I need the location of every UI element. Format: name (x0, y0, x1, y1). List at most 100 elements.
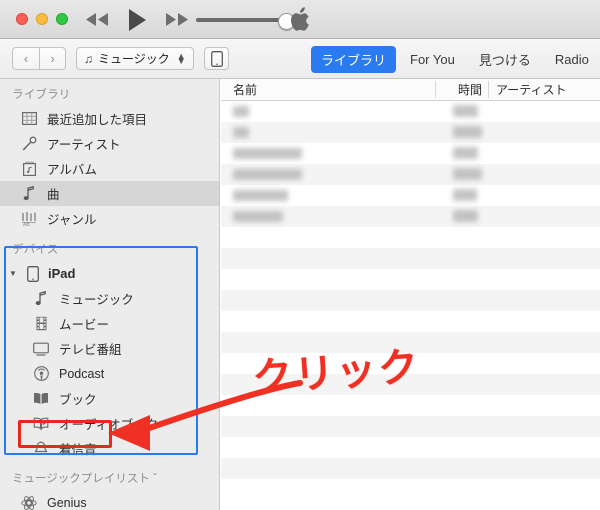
table-row[interactable] (221, 311, 600, 332)
table-row[interactable] (221, 290, 600, 311)
table-row[interactable] (221, 122, 600, 143)
sidebar-section-devices: デバイス (12, 244, 59, 256)
tab-browse[interactable]: 見つける (469, 46, 541, 73)
table-row[interactable] (221, 164, 600, 185)
song-list-pane: 名前 時間 アーティスト (221, 79, 600, 510)
redacted-name (233, 148, 302, 159)
sidebar-item-songs[interactable]: 曲 (0, 181, 219, 206)
title-bar (0, 0, 600, 39)
apple-logo (0, 5, 600, 33)
sidebar-item-ipad[interactable]: ▼ iPad (0, 261, 219, 286)
table-row[interactable] (221, 185, 600, 206)
redacted-time (453, 126, 482, 138)
grid-icon (20, 110, 38, 128)
table-row[interactable] (221, 479, 600, 500)
forward-button[interactable]: › (39, 47, 66, 70)
source-popup-button[interactable]: ♫ ミュージック ▲ ▼ (76, 47, 194, 70)
sidebar-item-genius[interactable]: Genius (0, 490, 219, 510)
sidebar: ライブラリ 最近追加した項目 アーティスト アルバム 曲 AB ジャンル デバイ… (0, 79, 220, 510)
album-icon (20, 160, 38, 178)
toolbar: ‹ › ♫ ミュージック ▲ ▼ ライブラリ For You 見つける Radio (0, 39, 600, 79)
genius-icon (20, 494, 38, 510)
table-row[interactable] (221, 206, 600, 227)
sidebar-item-artists[interactable]: アーティスト (0, 131, 219, 156)
genre-icon: AB (20, 210, 38, 228)
redacted-time (453, 168, 482, 180)
device-button[interactable] (204, 47, 229, 70)
tab-radio[interactable]: Radio (545, 48, 599, 71)
sidebar-item-device-tvshows[interactable]: テレビ番組 (0, 336, 219, 361)
sidebar-item-device-ringtones[interactable]: 着信音 (0, 436, 219, 461)
sidebar-item-label: ブック (59, 393, 97, 407)
library-tabs: ライブラリ For You 見つける Radio (311, 46, 599, 73)
sidebar-item-label: ムービー (59, 318, 110, 332)
table-row[interactable] (221, 248, 600, 269)
redacted-name (233, 169, 302, 180)
column-header-time[interactable]: 時間 (436, 81, 489, 98)
sidebar-item-label: iPad (48, 266, 76, 281)
table-row[interactable] (221, 416, 600, 437)
redacted-name (233, 211, 283, 222)
table-row[interactable] (221, 332, 600, 353)
redacted-name (233, 190, 288, 201)
column-headers: 名前 時間 アーティスト (221, 79, 600, 101)
sidebar-item-label: ジャンル (47, 213, 97, 227)
table-row[interactable] (221, 353, 600, 374)
itunes-window: ‹ › ♫ ミュージック ▲ ▼ ライブラリ For You 見つける Radio… (0, 0, 600, 510)
microphone-icon (20, 135, 38, 153)
sidebar-item-device-podcast[interactable]: Podcast (0, 361, 219, 386)
sidebar-item-device-music[interactable]: ミュージック (0, 286, 219, 311)
redacted-time (453, 105, 478, 117)
source-popup-label: ミュージック (98, 52, 170, 66)
sidebar-item-label: 曲 (47, 188, 60, 202)
sidebar-section-library: ライブラリ (12, 89, 71, 101)
table-row[interactable] (221, 101, 600, 122)
table-row[interactable] (221, 395, 600, 416)
redacted-time (453, 147, 478, 159)
sidebar-item-device-books[interactable]: ブック (0, 386, 219, 411)
sidebar-item-label: アーティスト (47, 138, 121, 152)
tv-icon (32, 340, 50, 358)
sidebar-item-label: Genius (47, 495, 87, 510)
svg-text:AB: AB (23, 222, 30, 226)
table-row[interactable] (221, 458, 600, 479)
table-row[interactable] (221, 143, 600, 164)
music-note-icon (32, 290, 50, 308)
tab-for-you[interactable]: For You (400, 48, 465, 71)
bell-icon (32, 440, 50, 458)
column-header-name[interactable]: 名前 (221, 81, 436, 98)
sidebar-item-device-movies[interactable]: ムービー (0, 311, 219, 336)
sidebar-item-label: Podcast (59, 366, 105, 381)
disclosure-triangle-icon[interactable]: ▼ (8, 269, 18, 278)
table-row[interactable] (221, 227, 600, 248)
ipad-icon (24, 265, 42, 283)
redacted-name (233, 106, 249, 117)
back-button[interactable]: ‹ (12, 47, 39, 70)
redacted-time (453, 210, 478, 222)
tab-library[interactable]: ライブラリ (311, 46, 397, 73)
column-header-artist[interactable]: アーティスト (489, 81, 567, 98)
redacted-time (453, 189, 477, 201)
sidebar-item-albums[interactable]: アルバム (0, 156, 219, 181)
redacted-name (233, 127, 249, 138)
sidebar-item-label: テレビ番組 (59, 343, 122, 357)
music-note-icon (20, 185, 38, 203)
podcast-icon (32, 365, 50, 383)
table-row[interactable] (221, 437, 600, 458)
table-row[interactable] (221, 269, 600, 290)
sidebar-item-genres[interactable]: AB ジャンル (0, 206, 219, 231)
song-rows (221, 101, 600, 500)
sidebar-item-label: アルバム (47, 163, 97, 177)
sidebar-item-label: オーディオブック (59, 418, 159, 432)
sidebar-item-label: ミュージック (59, 293, 134, 307)
sidebar-item-label: 最近追加した項目 (47, 113, 148, 127)
sidebar-item-device-audiobooks[interactable]: オーディオブック (0, 411, 219, 436)
sidebar-item-recently-added[interactable]: 最近追加した項目 (0, 106, 219, 131)
chevron-updown-icon: ▲ ▼ (176, 50, 186, 66)
sidebar-item-label: 着信音 (59, 443, 97, 457)
music-note-icon: ♫ (84, 51, 93, 66)
book-icon (32, 390, 50, 408)
sidebar-section-playlists[interactable]: ミュージックプレイリスト ˇ (0, 461, 219, 490)
table-row[interactable] (221, 374, 600, 395)
audiobook-icon (32, 415, 50, 433)
